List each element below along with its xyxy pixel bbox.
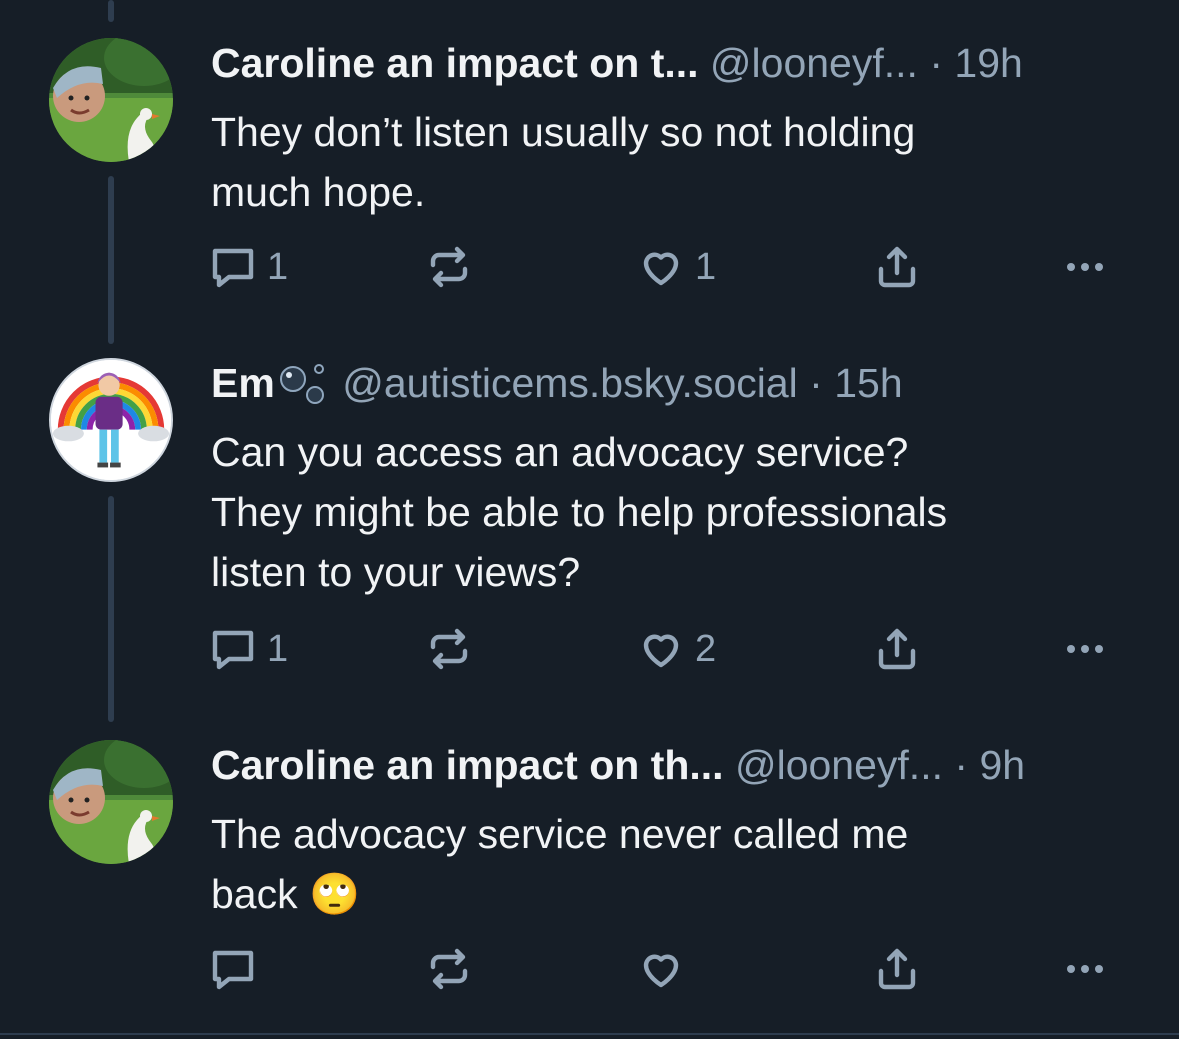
repost-button[interactable] (425, 242, 483, 292)
avatar[interactable] (49, 358, 173, 482)
like-button[interactable]: 1 (637, 242, 716, 292)
post-text: The advocacy service never called me bac… (211, 804, 1131, 924)
post-header: Em @autisticems.bsky.social · 15h (211, 358, 903, 408)
like-count: 1 (695, 245, 717, 288)
author-handle[interactable]: @looneyf... (735, 742, 943, 788)
thread-line-top (108, 0, 114, 22)
reply-button[interactable]: 1 (209, 624, 288, 674)
post-item[interactable]: Caroline an impact on th... @looneyf... … (0, 740, 1179, 1000)
share-button[interactable] (873, 242, 921, 292)
bubbles-icon (275, 361, 331, 405)
reply-icon (209, 243, 257, 291)
more-icon (1061, 243, 1109, 291)
post-item[interactable]: Em @autisticems.bsky.social · 15h Can yo… (0, 358, 1179, 670)
repost-button[interactable] (425, 944, 483, 994)
heart-icon (637, 625, 685, 673)
like-button[interactable]: 2 (637, 624, 716, 674)
like-count: 2 (695, 627, 717, 670)
post-actions (209, 944, 1129, 994)
more-button[interactable] (1061, 624, 1109, 674)
repost-icon (425, 945, 473, 993)
reply-icon (209, 625, 257, 673)
reply-button[interactable]: 1 (209, 242, 288, 292)
post-text: Can you access an advocacy service? They… (211, 429, 948, 595)
avatar[interactable] (49, 38, 173, 162)
share-button[interactable] (873, 624, 921, 674)
separator: · (809, 360, 823, 406)
post-time[interactable]: 15h (834, 360, 902, 406)
bottom-divider (0, 1033, 1179, 1035)
reply-icon (209, 945, 257, 993)
post-time[interactable]: 9h (979, 742, 1025, 788)
author-handle[interactable]: @autisticems.bsky.social (342, 360, 798, 406)
more-icon (1061, 625, 1109, 673)
post-header: Caroline an impact on t... @looneyf... ·… (211, 38, 1023, 88)
author-name[interactable]: Caroline an impact on t... (211, 40, 699, 86)
avatar[interactable] (49, 740, 173, 864)
share-icon (873, 243, 921, 291)
reply-count: 1 (267, 627, 289, 670)
repost-icon (425, 625, 473, 673)
reply-count: 1 (267, 245, 289, 288)
post-actions: 1 2 (209, 624, 1129, 674)
post-header: Caroline an impact on th... @looneyf... … (211, 740, 1025, 790)
repost-button[interactable] (425, 624, 483, 674)
heart-icon (637, 243, 685, 291)
post-item[interactable]: Caroline an impact on t... @looneyf... ·… (0, 38, 1179, 298)
separator: · (954, 742, 969, 788)
share-icon (873, 945, 921, 993)
author-handle[interactable]: @looneyf... (710, 40, 918, 86)
more-button[interactable] (1061, 242, 1109, 292)
share-button[interactable] (873, 944, 921, 994)
separator: · (929, 40, 943, 86)
repost-icon (425, 243, 473, 291)
heart-icon (637, 945, 685, 993)
author-name[interactable]: Caroline an impact on th... (211, 742, 724, 788)
more-icon (1061, 945, 1109, 993)
eye-roll-emoji: 🙄 (309, 871, 361, 917)
post-text: They don’t listen usually so not holding… (211, 109, 916, 215)
like-button[interactable] (637, 944, 695, 994)
share-icon (873, 625, 921, 673)
more-button[interactable] (1061, 944, 1109, 994)
author-name[interactable]: Em (211, 360, 275, 406)
reply-button[interactable] (209, 944, 267, 994)
post-actions: 1 1 (209, 242, 1129, 292)
post-time[interactable]: 19h (954, 40, 1022, 86)
